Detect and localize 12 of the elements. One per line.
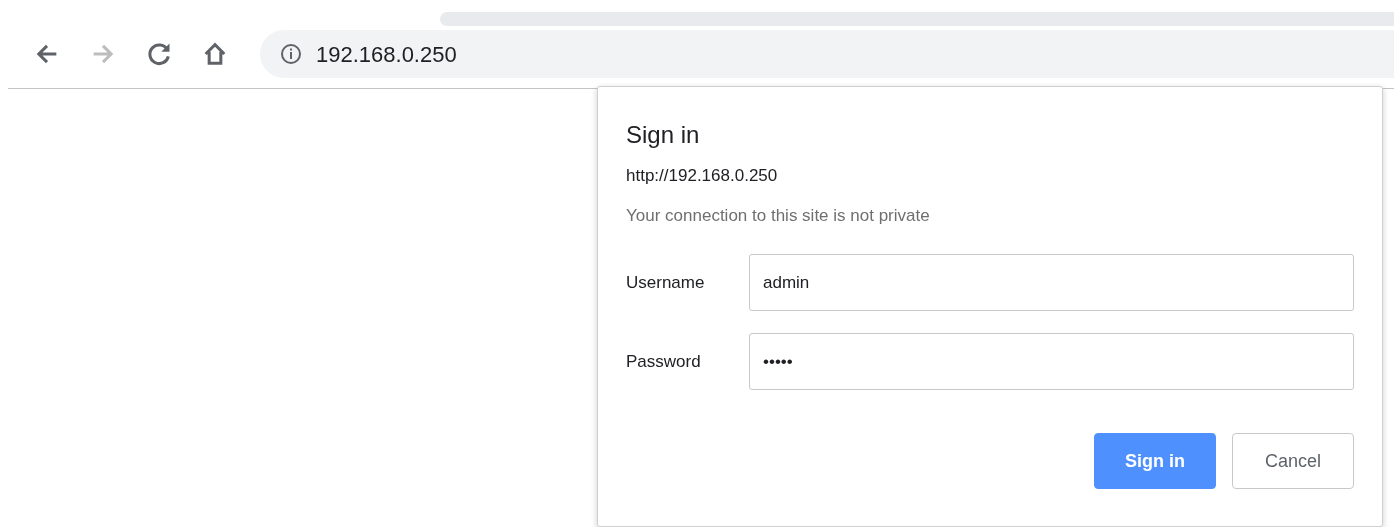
field-label: Username [626,271,706,294]
input-field[interactable]: admin [749,254,1354,311]
address-bar[interactable]: 192.168.0.250 [260,30,1394,78]
cancel-button[interactable]: Cancel [1232,433,1354,489]
input-field[interactable]: ••••• [749,333,1354,390]
field-label: Password [626,350,702,373]
reload-icon [145,40,173,68]
privacy-warning: Your connection to this site is not private [626,204,931,227]
dialog-title: Sign in [626,120,701,150]
site-url: http://192.168.0.250 [626,165,779,187]
address-text: 192.168.0.250 [316,40,457,69]
info-icon[interactable] [280,43,302,65]
